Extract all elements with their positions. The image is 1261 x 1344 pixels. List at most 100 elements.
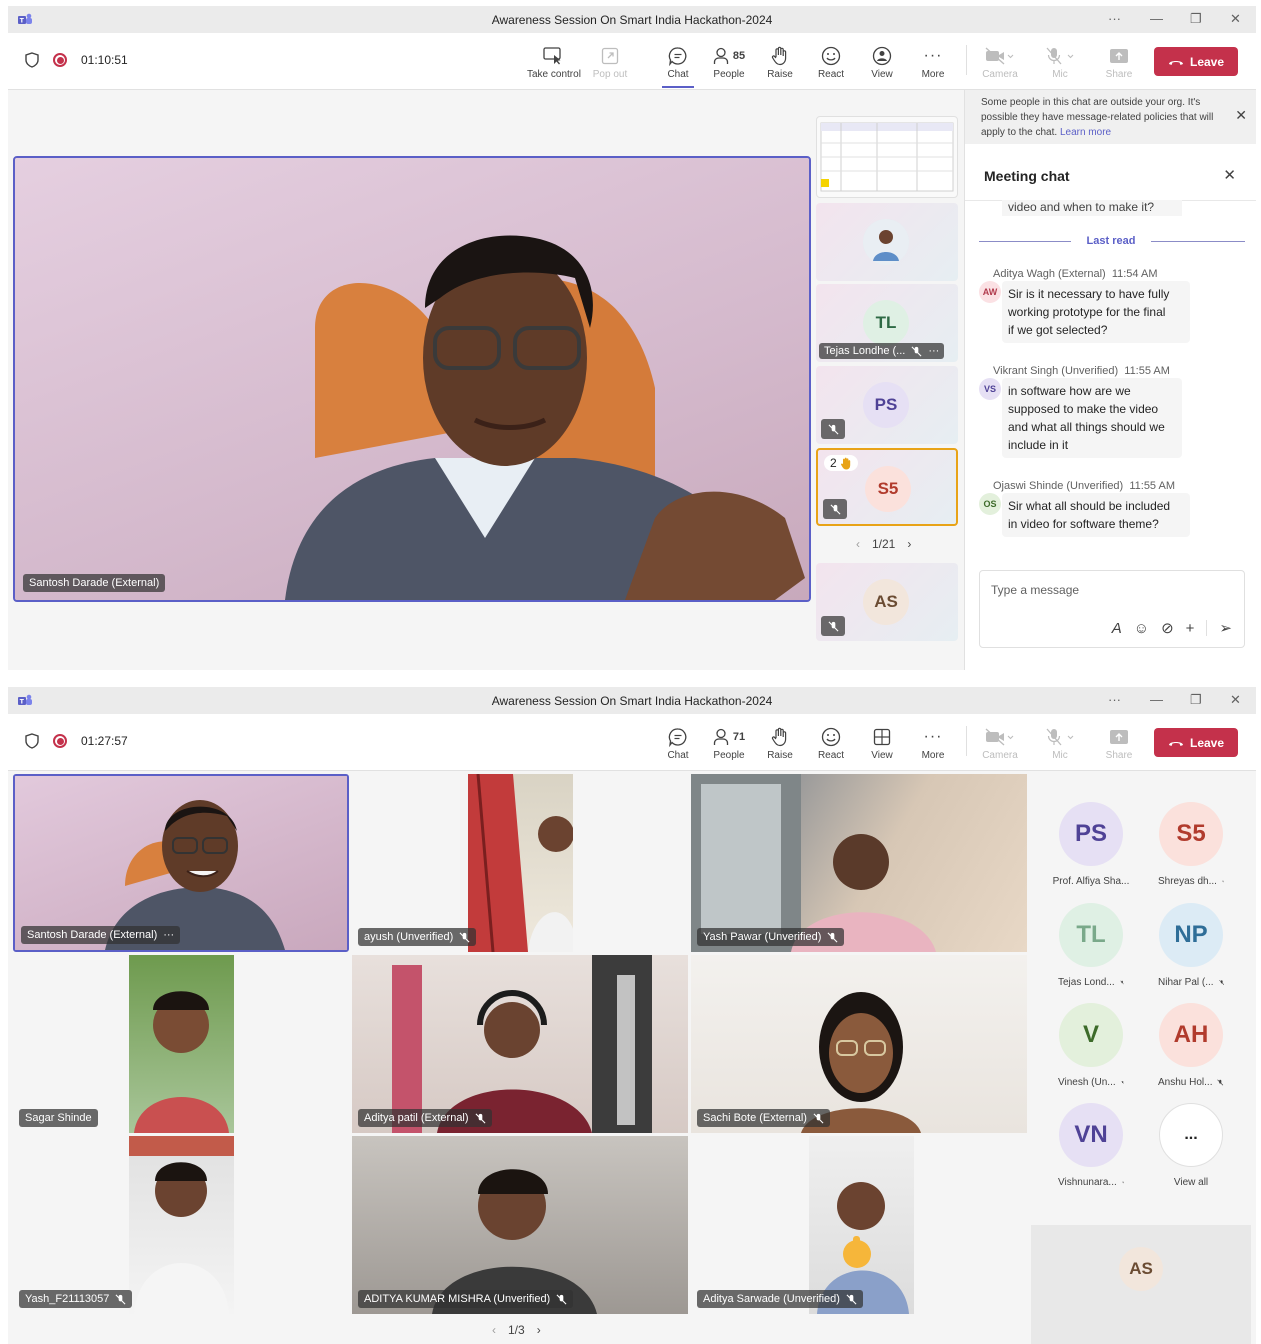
close-window-icon[interactable]: ✕: [1230, 692, 1241, 708]
restore-icon[interactable]: ❐: [1190, 11, 1202, 27]
meeting-timer: 01:10:51: [81, 53, 128, 67]
video-tile-yash-f[interactable]: Yash_F21113057: [11, 1136, 349, 1314]
more-options-icon[interactable]: ···: [1108, 692, 1121, 707]
close-window-icon[interactable]: ✕: [1230, 11, 1241, 27]
mic-button[interactable]: Mic: [1034, 45, 1086, 80]
composer-placeholder[interactable]: Type a message: [991, 583, 1079, 597]
video-tile-aditya-sarwade[interactable]: Aditya Sarwade (Unverified): [691, 1136, 1027, 1314]
message-composer[interactable]: Type a message A ☺ ⊘ + ➢: [979, 570, 1245, 648]
close-notice-icon[interactable]: ✕: [1235, 108, 1247, 123]
chevron-left-icon[interactable]: ‹: [492, 1323, 496, 1337]
video-tile-santosh[interactable]: Santosh Darade (External) ···: [13, 774, 349, 952]
roster-name-row: Vinesh (Un...: [1058, 1077, 1124, 1088]
roster-tile-ah[interactable]: AH Anshu Hol...: [1158, 1003, 1224, 1088]
take-control-button[interactable]: Take control: [527, 45, 581, 80]
participant-video: [129, 1136, 234, 1314]
share-button[interactable]: Share: [1093, 45, 1145, 80]
tile-name-chip: Aditya patil (External): [358, 1109, 492, 1127]
tile-more-icon[interactable]: ···: [163, 929, 174, 941]
mic-off-icon: [828, 424, 838, 434]
mic-button[interactable]: Mic: [1034, 726, 1086, 761]
chevron-right-icon[interactable]: ›: [537, 1323, 541, 1337]
more-options-icon[interactable]: ···: [1108, 11, 1121, 26]
chevron-left-icon[interactable]: ‹: [856, 537, 860, 551]
pop-out-button[interactable]: Pop out: [584, 45, 636, 80]
roster-name-row: Tejas Lond...: [1058, 977, 1124, 988]
tile-name: ayush (Unverified): [364, 931, 454, 943]
video-tile-ayush[interactable]: ayush (Unverified): [352, 774, 688, 952]
roster-tile-v[interactable]: V Vinesh (Un...: [1058, 1003, 1124, 1088]
chat-button[interactable]: Chat: [652, 726, 704, 761]
pager-label: 1/21: [872, 537, 896, 551]
minimize-icon[interactable]: —: [1150, 11, 1163, 26]
people-button[interactable]: 85 People: [703, 45, 755, 80]
format-text-icon[interactable]: A: [1112, 620, 1122, 637]
roster-tile-np[interactable]: NP Nihar Pal (...: [1158, 903, 1224, 988]
view-button[interactable]: View: [856, 45, 908, 80]
leave-button[interactable]: Leave: [1154, 47, 1238, 76]
tile-more-icon[interactable]: ···: [928, 345, 939, 357]
video-tile-s5-raised-hand[interactable]: S5 2: [816, 448, 958, 526]
mic-off-icon: [1120, 1080, 1124, 1085]
camera-off-icon: [985, 47, 1014, 65]
tile-name-chip: ADITYA KUMAR MISHRA (Unverified): [358, 1290, 574, 1308]
close-chat-icon[interactable]: ✕: [1223, 166, 1236, 184]
raise-label: Raise: [767, 750, 793, 761]
video-tile-aditya-kumar[interactable]: ADITYA KUMAR MISHRA (Unverified): [352, 1136, 688, 1314]
avatar-ps: PS: [1059, 802, 1123, 866]
roster-name-row: Nihar Pal (...: [1158, 977, 1224, 988]
message-author: Ojaswi Shinde (Unverified) 11:55 AM: [993, 480, 1176, 492]
roster-tile-s5[interactable]: S5 Shreyas dh...: [1158, 802, 1224, 887]
roster-tile-tl[interactable]: TL Tejas Lond...: [1058, 903, 1124, 988]
react-button[interactable]: React: [805, 726, 857, 761]
minimize-icon[interactable]: —: [1150, 692, 1163, 707]
more-button[interactable]: ··· More: [907, 45, 959, 80]
self-video-tile[interactable]: AS: [1031, 1225, 1251, 1344]
raise-hand-button[interactable]: Raise: [754, 45, 806, 80]
react-button[interactable]: React: [805, 45, 857, 80]
tile-name-chip: Yash Pawar (Unverified): [697, 928, 845, 946]
shared-content-thumbnail[interactable]: [816, 116, 958, 198]
mic-label: Mic: [1052, 750, 1068, 761]
leave-button[interactable]: Leave: [1154, 728, 1238, 757]
mic-off-icon: [1121, 1181, 1124, 1184]
view-all-button[interactable]: ... View all: [1158, 1103, 1224, 1188]
react-label: React: [817, 69, 845, 80]
shield-icon[interactable]: [25, 733, 39, 749]
shield-icon[interactable]: [25, 52, 39, 68]
chat-title: Meeting chat: [984, 168, 1070, 184]
learn-more-link[interactable]: Learn more: [1060, 127, 1111, 138]
video-tile-sachi[interactable]: Sachi Bote (External): [691, 955, 1027, 1133]
send-icon[interactable]: ➢: [1219, 619, 1232, 637]
camera-button[interactable]: Camera: [974, 45, 1026, 80]
view-button[interactable]: View: [856, 726, 908, 761]
take-control-label: Take control: [527, 69, 581, 80]
video-tile-tl[interactable]: TL Tejas Londhe (... ···: [816, 284, 958, 362]
mic-off-icon: [1119, 980, 1124, 985]
more-label: More: [921, 69, 945, 80]
message-author: Aditya Wagh (External) 11:54 AM: [993, 268, 1158, 280]
roster-tile-vn[interactable]: VN Vishnunara...: [1058, 1103, 1124, 1188]
video-tile-participant[interactable]: [816, 203, 958, 281]
people-button[interactable]: 71 People: [703, 726, 755, 761]
loop-component-icon[interactable]: ⊘: [1161, 619, 1174, 637]
restore-icon[interactable]: ❐: [1190, 692, 1202, 708]
video-tile-aditya-patil[interactable]: Aditya patil (External): [352, 955, 688, 1133]
people-icon: [713, 728, 729, 745]
more-button[interactable]: ··· More: [907, 726, 959, 761]
video-tile-yash-pawar[interactable]: Yash Pawar (Unverified): [691, 774, 1027, 952]
muted-indicator: [821, 419, 845, 439]
emoji-icon[interactable]: ☺: [1134, 620, 1149, 637]
mic-off-icon: [1222, 880, 1224, 883]
main-speaker-video[interactable]: Santosh Darade (External): [13, 156, 811, 602]
raise-hand-button[interactable]: Raise: [754, 726, 806, 761]
roster-tile-ps[interactable]: PS Prof. Alfiya Sha...: [1053, 802, 1129, 887]
chevron-right-icon[interactable]: ›: [907, 537, 911, 551]
video-tile-ps[interactable]: PS: [816, 366, 958, 444]
share-button[interactable]: Share: [1093, 726, 1145, 761]
camera-button[interactable]: Camera: [974, 726, 1026, 761]
video-tile-sagar[interactable]: Sagar Shinde: [11, 955, 349, 1133]
chat-button[interactable]: Chat: [652, 45, 704, 88]
add-attachment-icon[interactable]: +: [1186, 620, 1195, 637]
video-tile-as[interactable]: AS: [816, 563, 958, 641]
